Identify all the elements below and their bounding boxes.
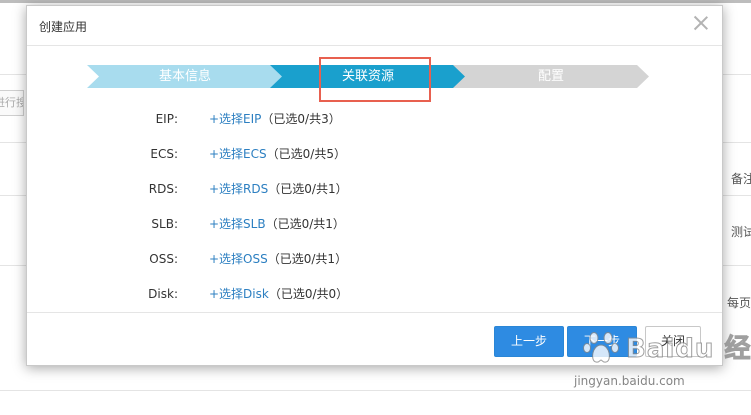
step-config: 配置 <box>453 65 649 88</box>
select-oss-link[interactable]: +选择OSS（已选0/共1） <box>209 250 347 268</box>
resource-label: Disk: <box>148 287 178 301</box>
baidu-jingyan-watermark: Baidu 经验 jingyan.baidu.com <box>574 324 751 404</box>
close-icon[interactable] <box>692 14 710 32</box>
resource-label: ECS: <box>150 147 178 161</box>
step-highlight-annotation <box>319 57 431 102</box>
background-search-input[interactable]: 进行搜 <box>0 90 24 116</box>
prev-step-button[interactable]: 上一步 <box>494 326 564 357</box>
background-cell-text: 测试 <box>731 225 751 239</box>
select-disk-link[interactable]: +选择Disk（已选0/共0） <box>209 285 348 303</box>
watermark-url: jingyan.baidu.com <box>574 374 685 388</box>
paw-logo-icon <box>583 332 619 363</box>
step-basic-info: 基本信息 <box>87 65 283 88</box>
watermark-brand: Baidu 经验 <box>625 334 751 365</box>
background-column-header: 备注 <box>731 172 751 186</box>
create-app-dialog: 创建应用 基本信息 关联资源 配置 EIP: +选择EIP（已选0/共3） EC… <box>26 5 723 366</box>
selection-count: （已选0/共3） <box>261 112 341 126</box>
select-rds-link[interactable]: +选择RDS（已选0/共1） <box>209 180 348 198</box>
dialog-title: 创建应用 <box>39 20 88 34</box>
selection-count: （已选0/共0） <box>268 287 349 301</box>
selection-count: （已选0/共1） <box>267 252 348 266</box>
select-ecs-link[interactable]: +选择ECS（已选0/共5） <box>209 145 346 163</box>
select-slb-link[interactable]: +选择SLB（已选0/共1） <box>209 215 345 233</box>
background-top-border <box>0 0 751 3</box>
resource-label: OSS: <box>149 252 178 266</box>
selection-count: （已选0/共1） <box>268 182 348 196</box>
dialog-footer-divider <box>27 312 722 313</box>
background-pagination-text: 每页 <box>727 296 751 310</box>
selection-count: （已选0/共5） <box>266 147 346 161</box>
resource-label: RDS: <box>148 182 178 196</box>
resource-label: SLB: <box>151 217 178 231</box>
select-eip-link[interactable]: +选择EIP（已选0/共3） <box>209 110 341 128</box>
dialog-header: 创建应用 <box>27 6 722 46</box>
resource-label: EIP: <box>155 112 178 126</box>
selection-count: （已选0/共1） <box>265 217 345 231</box>
